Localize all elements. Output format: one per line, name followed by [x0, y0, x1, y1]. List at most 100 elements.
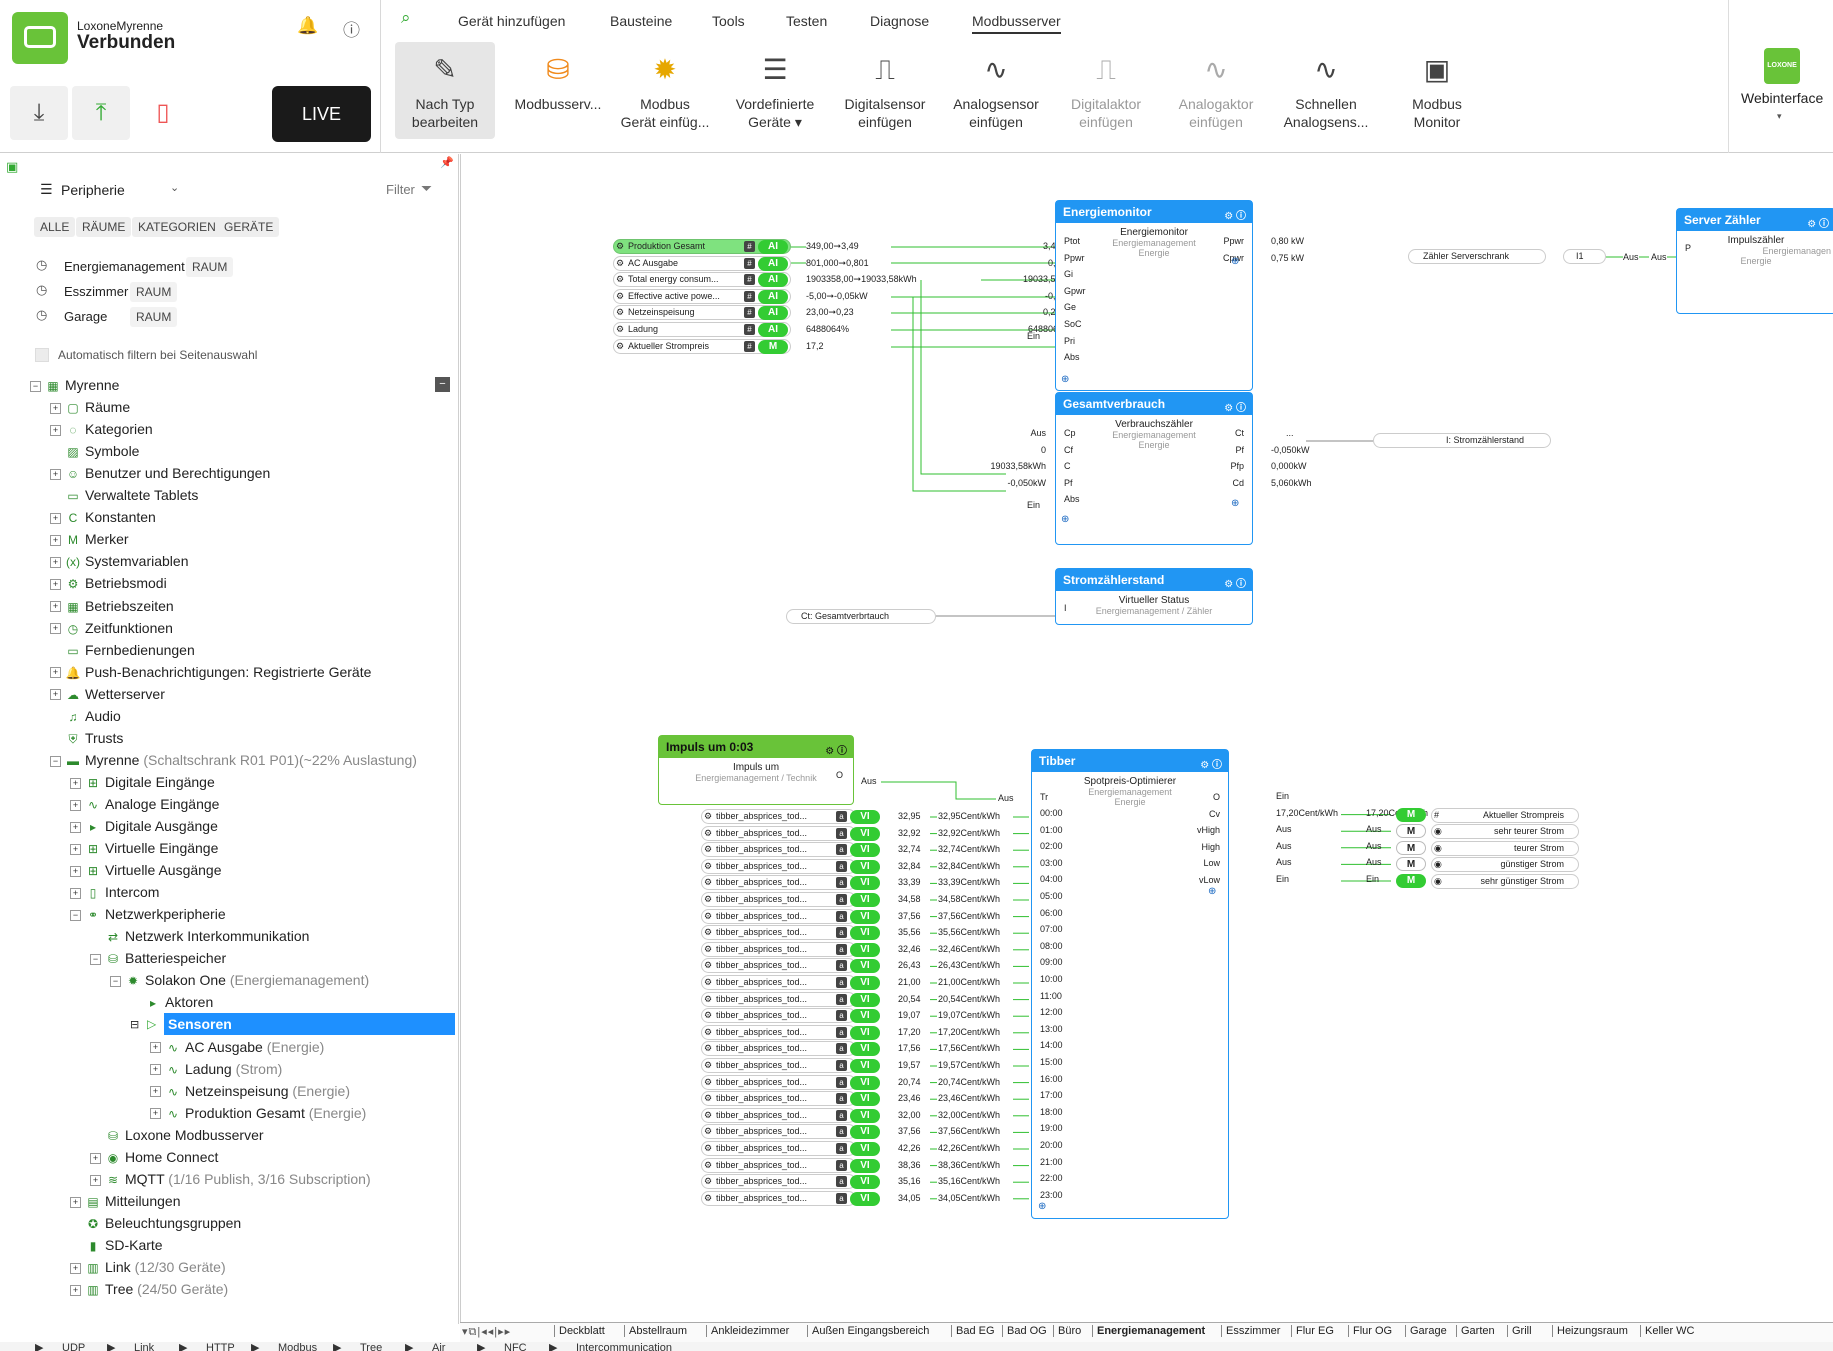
hour-port[interactable]: 00:00	[1040, 808, 1063, 818]
hour-port[interactable]: 07:00	[1040, 924, 1063, 934]
tree-item[interactable]: − ▬ Myrenne (Schaltschrank R01 P01)(~22% A…	[0, 749, 417, 771]
price-input[interactable]: tibber_absprices_tod...	[701, 991, 856, 1007]
settings-icon[interactable]: ⚙ ⓘ	[1224, 206, 1246, 228]
chevron-down-icon[interactable]: ⌄	[170, 181, 179, 194]
hour-port[interactable]: 16:00	[1040, 1074, 1063, 1084]
energiemonitor-title[interactable]: Energiemonitor ⚙ ⓘ	[1056, 201, 1252, 223]
tree-item[interactable]: + ◉ Home Connect	[0, 1146, 218, 1168]
hour-port[interactable]: 22:00	[1040, 1173, 1063, 1183]
input-port[interactable]: I	[1064, 603, 1067, 613]
page-tab[interactable]: Bad EG	[951, 1325, 1002, 1337]
expand-toggle-icon[interactable]: −	[110, 976, 121, 988]
expand-toggle-icon[interactable]: +	[70, 821, 81, 833]
input-port[interactable]: Gi	[1064, 269, 1073, 279]
page-tab[interactable]: Außen Eingangsbereich	[807, 1325, 951, 1337]
price-input[interactable]: tibber_absprices_tod...	[701, 1041, 856, 1057]
price-input[interactable]: tibber_absprices_tod...	[701, 908, 856, 924]
menu-modbusserver[interactable]: Modbusserver	[972, 13, 1061, 34]
expand-toggle-icon[interactable]: +	[50, 424, 61, 436]
virtual-status-ref[interactable]: I: Stromzählerstand	[1373, 433, 1551, 448]
hour-port[interactable]: 02:00	[1040, 841, 1063, 851]
page-tab[interactable]: Büro	[1053, 1325, 1092, 1337]
recent-room-name[interactable]: Energiemanagement	[64, 259, 185, 274]
price-input[interactable]: tibber_absprices_tod...	[701, 1074, 856, 1090]
output-port[interactable]: vHigh	[1197, 825, 1220, 835]
price-input[interactable]: tibber_absprices_tod...	[701, 958, 856, 974]
page-tab[interactable]: Garage	[1405, 1325, 1456, 1337]
expand-toggle-icon[interactable]: +	[70, 1262, 81, 1274]
expand-toggle-icon[interactable]: +	[50, 623, 61, 635]
status-item[interactable]: Link	[134, 1342, 154, 1351]
tree-item[interactable]: + 🔔 Push-Benachrichtigungen: Registrierte …	[0, 661, 371, 683]
menu-diagnose[interactable]: Diagnose	[870, 13, 929, 29]
input-port[interactable]: C	[1064, 461, 1071, 471]
memory-target[interactable]: teurer Strom	[1431, 840, 1579, 856]
page-tab[interactable]: Bad OG	[1002, 1325, 1053, 1337]
page-tab[interactable]: Esszimmer	[1221, 1325, 1291, 1337]
tree-item[interactable]: + ∿ Produktion Gesamt (Energie)	[0, 1102, 366, 1124]
output-port[interactable]: Pfp	[1230, 461, 1244, 471]
memory-target[interactable]: sehr teurer Strom	[1431, 824, 1579, 840]
output-port[interactable]: Cd	[1232, 478, 1244, 488]
status-item[interactable]: Tree	[360, 1342, 382, 1351]
input-port[interactable]: Cf	[1064, 445, 1073, 455]
status-item[interactable]: HTTP	[206, 1342, 235, 1351]
toolbar-button-4[interactable]: ⎍ Digitalsensor einfügen	[832, 42, 938, 139]
tree-item[interactable]: + ▸ Digitale Ausgänge	[0, 815, 218, 837]
panel-title[interactable]: Peripherie	[61, 182, 125, 198]
tree-item[interactable]: + ≋ MQTT (1/16 Publish, 3/16 Subscription)	[0, 1168, 371, 1190]
hour-port[interactable]: 04:00	[1040, 874, 1063, 884]
pin-icon[interactable]: 📌	[440, 156, 454, 169]
add-port-icon[interactable]: ⊕	[1231, 498, 1239, 509]
tree-item[interactable]: + M Merker	[0, 528, 129, 550]
memory-target[interactable]: sehr günstiger Strom	[1431, 874, 1579, 889]
menu-testen[interactable]: Testen	[786, 13, 827, 29]
toolbar-button-8[interactable]: ∿ Schnellen Analogsens...	[1273, 42, 1379, 139]
price-input[interactable]: tibber_absprices_tod...	[701, 1190, 856, 1206]
chevron-down-icon[interactable]: ▾	[1777, 111, 1782, 122]
menu-icon[interactable]: ☰	[40, 181, 53, 198]
tibber-block[interactable]: Tibber ⚙ ⓘ Spotpreis-Optimierer Energiemana…	[1031, 749, 1229, 1219]
price-input[interactable]: tibber_absprices_tod...	[701, 1008, 856, 1024]
hour-port[interactable]: 13:00	[1040, 1024, 1063, 1034]
tree-item[interactable]: + ▥ Tree (24/50 Geräte)	[0, 1278, 228, 1300]
toolbar-button-5[interactable]: ∿ Analogsensor einfügen	[943, 42, 1049, 139]
output-port[interactable]: Ct	[1235, 428, 1244, 438]
page-tab[interactable]: Energiemanagement	[1092, 1325, 1211, 1337]
status-item[interactable]: NFC	[504, 1342, 527, 1351]
tree-item[interactable]: + ☁ Wetterserver	[0, 683, 165, 705]
expand-toggle-icon[interactable]: +	[50, 667, 61, 679]
tree-item[interactable]: + ▥ Link (12/30 Geräte)	[0, 1256, 226, 1278]
toolbar-button-6[interactable]: ⎍ Digitalaktor einfügen	[1053, 42, 1159, 139]
connection-logo-icon[interactable]	[12, 12, 68, 64]
expand-toggle-icon[interactable]: +	[50, 468, 61, 480]
status-item[interactable]: UDP	[62, 1342, 85, 1351]
output-port[interactable]: Cv	[1209, 809, 1220, 819]
tree-item[interactable]: ⇄ Netzwerk Interkommunikation	[0, 925, 309, 947]
price-input[interactable]: tibber_absprices_tod...	[701, 1124, 856, 1140]
tree-item[interactable]: + ⊞ Virtuelle Ausgänge	[0, 859, 222, 881]
expand-toggle-icon[interactable]: +	[70, 843, 81, 855]
price-input[interactable]: tibber_absprices_tod...	[701, 1157, 856, 1173]
tree-item[interactable]: + ∿ AC Ausgabe (Energie)	[0, 1036, 324, 1058]
tree-item[interactable]: ♫ Audio	[0, 705, 121, 727]
price-input[interactable]: tibber_absprices_tod...	[701, 809, 856, 824]
price-input[interactable]: tibber_absprices_tod...	[701, 975, 856, 990]
hour-port[interactable]: 06:00	[1040, 908, 1063, 918]
expand-toggle-icon[interactable]: +	[50, 513, 61, 525]
hour-port[interactable]: 21:00	[1040, 1157, 1063, 1167]
page-tab[interactable]: Flur EG	[1291, 1325, 1348, 1337]
autofilter-checkbox[interactable]	[35, 348, 49, 362]
price-input[interactable]: tibber_absprices_tod...	[701, 1024, 856, 1040]
expand-toggle-icon[interactable]: +	[150, 1064, 161, 1076]
filter-chip-1[interactable]: RÄUME	[76, 217, 132, 237]
input-port[interactable]: Cp	[1064, 428, 1076, 438]
toolbar-button-1[interactable]: ⛁ Modbusserv...	[505, 42, 611, 139]
tree-item[interactable]: ▸ Aktoren	[0, 991, 213, 1013]
webinterface-button[interactable]: Webinterface	[1741, 90, 1823, 106]
page-tab[interactable]: Grill	[1507, 1325, 1552, 1337]
toolbar-button-7[interactable]: ∿ Analogaktor einfügen	[1163, 42, 1269, 139]
tree-item[interactable]: − ✹ Solakon One (Energiemanagement)	[0, 969, 369, 991]
expand-toggle-icon[interactable]: +	[150, 1042, 161, 1054]
tree-item[interactable]: + ▦ Betriebszeiten	[0, 595, 174, 617]
